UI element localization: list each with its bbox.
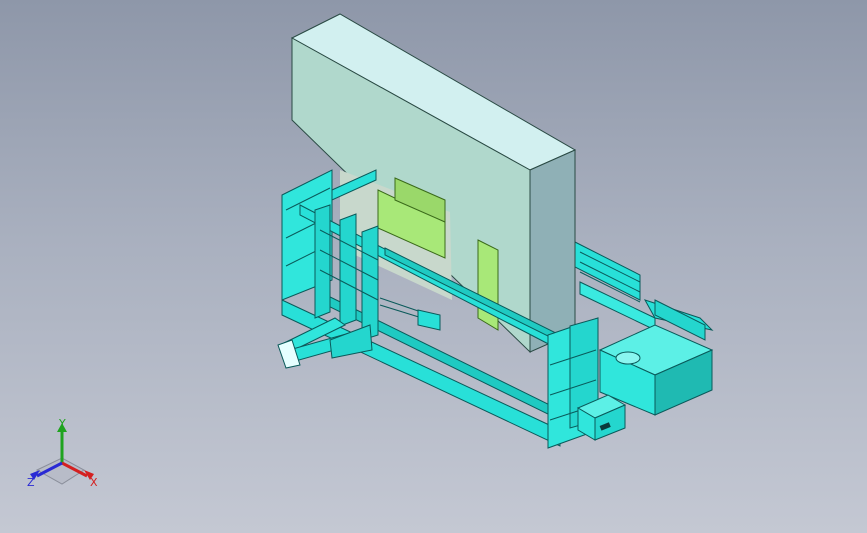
coordinate-triad: Y X Z <box>22 418 112 498</box>
graphics-viewport[interactable]: Y X Z <box>0 0 867 533</box>
triad-y-label: Y <box>59 417 66 430</box>
triad-z-label: Z <box>27 476 35 489</box>
triad-x-label: X <box>90 476 98 489</box>
triad-graphic <box>30 423 94 485</box>
cad-assembly-model[interactable] <box>0 0 867 533</box>
feeding-arm <box>277 297 441 369</box>
